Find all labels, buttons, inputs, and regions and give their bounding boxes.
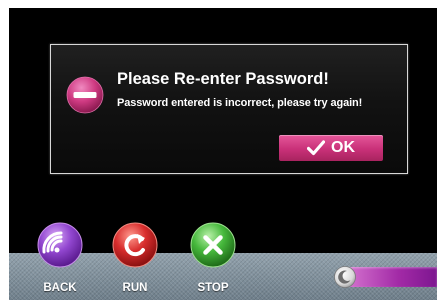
dialog-message: Password entered is incorrect, please tr… [117,97,363,109]
error-dialog: Please Re-enter Password! Password enter… [50,44,408,174]
run-button[interactable]: RUN [109,222,161,300]
back-label: BACK [43,282,77,294]
ok-label: OK [331,139,355,156]
screen: Please Re-enter Password! Password enter… [9,8,437,300]
close-icon [190,222,236,268]
brightness-slider[interactable] [334,266,437,288]
stop-label: STOP [197,282,229,294]
minus-circle-icon [66,76,104,114]
stop-button[interactable]: STOP [187,222,239,300]
refresh-icon [112,222,158,268]
checkmark-icon [307,140,325,156]
slider-track [342,267,437,287]
dialog-title: Please Re-enter Password! [117,70,329,88]
moon-icon[interactable] [334,266,356,288]
back-button[interactable]: BACK [34,222,86,300]
ok-button[interactable]: OK [279,135,383,161]
wifi-signal-icon [37,222,83,268]
run-label: RUN [122,282,148,294]
